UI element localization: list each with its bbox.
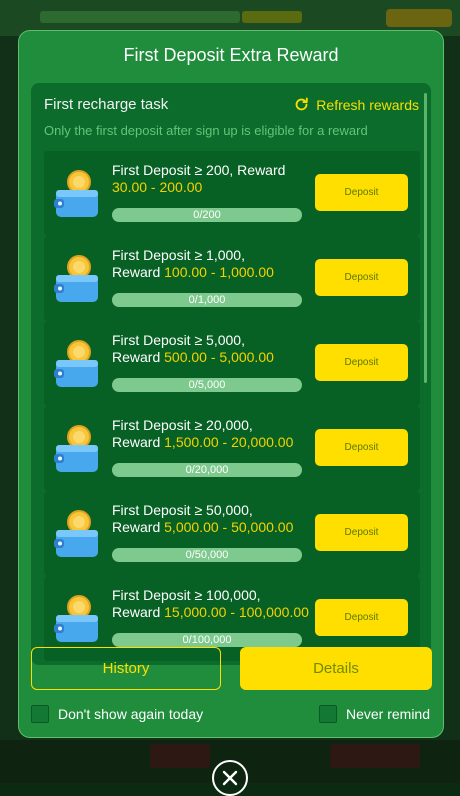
task-condition: First Deposit ≥ 200, Reward [112,162,286,178]
task-progress-bar: 0/50,000 [112,548,302,562]
deposit-button[interactable]: Deposit [315,599,408,636]
background-blur [242,11,302,23]
task-reward-range: 5,000.00 - 50,000.00 [164,519,294,535]
wallet-coin-icon [54,255,98,302]
eligibility-note: Only the first deposit after sign up is … [44,123,368,138]
task-progress-label: 0/50,000 [185,549,229,561]
deposit-button[interactable]: Deposit [315,429,408,466]
task-condition: First Deposit ≥ 1,000, [112,247,245,263]
task-panel: First recharge task Refresh rewards Only… [31,83,431,665]
task-progress-label: 0/200 [193,209,221,221]
task-progress-label: 0/1,000 [188,294,226,306]
task-condition: First Deposit ≥ 50,000, [112,502,253,518]
task-reward-word: Reward [112,604,161,620]
scrollbar[interactable] [424,93,427,383]
dont-show-today-toggle[interactable]: Don't show again today [31,705,203,723]
task-progress-label: 0/20,000 [185,464,229,476]
task-description: First Deposit ≥ 5,000, Reward 500.00 - 5,… [112,332,312,366]
task-description: First Deposit ≥ 100,000, Reward 15,000.00… [112,587,312,621]
task-progress-bar: 0/5,000 [112,378,302,392]
task-progress-label: 0/5,000 [188,379,226,391]
task-reward-range: 15,000.00 - 100,000.00 [164,604,309,620]
never-remind-label: Never remind [345,706,430,722]
task-description: First Deposit ≥ 50,000, Reward 5,000.00 -… [112,502,312,536]
wallet-coin-icon [54,510,98,557]
task-row: First Deposit ≥ 50,000, Reward 5,000.00 -… [44,491,420,576]
task-progress-bar: 0/20,000 [112,463,302,477]
deposit-button[interactable]: Deposit [315,259,408,296]
task-reward-word: Reward [112,519,161,535]
task-condition: First Deposit ≥ 5,000, [112,332,245,348]
task-row: First Deposit ≥ 1,000, Reward 100.00 - 1,… [44,236,420,321]
background-blur [386,9,452,27]
wallet-coin-icon [54,425,98,472]
never-remind-toggle[interactable]: Never remind [318,705,430,723]
task-reward-word: Reward [112,434,161,450]
refresh-rewards-button[interactable]: Refresh rewards [293,96,419,113]
deposit-button[interactable]: Deposit [315,174,408,211]
never-remind-checkbox[interactable] [318,705,337,723]
modal-title: First Deposit Extra Reward [123,45,339,65]
task-description: First Deposit ≥ 20,000, Reward 1,500.00 -… [112,417,312,451]
task-row: First Deposit ≥ 200, Reward 30.00 - 200.0… [44,151,420,236]
task-progress-bar: 0/200 [112,208,302,222]
task-condition: First Deposit ≥ 20,000, [112,417,253,433]
dont-show-today-label: Don't show again today [58,706,204,722]
deposit-button[interactable]: Deposit [315,514,408,551]
task-reward-word: Reward [112,349,161,365]
task-row: First Deposit ≥ 5,000, Reward 500.00 - 5,… [44,321,420,406]
task-progress-bar: 0/100,000 [112,633,302,647]
deposit-button[interactable]: Deposit [315,344,408,381]
task-title: First recharge task [44,96,169,113]
task-reward-range: 100.00 - 1,000.00 [164,264,274,280]
history-button[interactable]: History [31,647,221,690]
task-reward-range: 30.00 - 200.00 [112,179,203,195]
background-blur [150,744,210,768]
task-reward-word: Reward [112,264,161,280]
task-reward-range: 500.00 - 5,000.00 [164,349,274,365]
background-blur [330,744,420,768]
task-condition: First Deposit ≥ 100,000, [112,587,261,603]
task-description: First Deposit ≥ 1,000, Reward 100.00 - 1,… [112,247,312,281]
dont-show-today-checkbox[interactable] [31,705,49,723]
wallet-coin-icon [54,595,98,642]
refresh-label: Refresh rewards [316,96,419,113]
refresh-icon [295,97,309,111]
first-deposit-modal: First Deposit Extra Reward First recharg… [18,30,444,738]
task-row: First Deposit ≥ 20,000, Reward 1,500.00 -… [44,406,420,491]
close-button[interactable] [212,760,248,796]
wallet-coin-icon [54,340,98,387]
wallet-coin-icon [54,170,98,217]
task-reward-range: 1,500.00 - 20,000.00 [164,434,294,450]
close-icon [222,770,238,786]
task-progress-label: 0/100,000 [182,634,232,646]
details-button[interactable]: Details [240,647,432,690]
background-blur [40,11,240,23]
task-description: First Deposit ≥ 200, Reward 30.00 - 200.0… [112,162,312,196]
task-progress-bar: 0/1,000 [112,293,302,307]
